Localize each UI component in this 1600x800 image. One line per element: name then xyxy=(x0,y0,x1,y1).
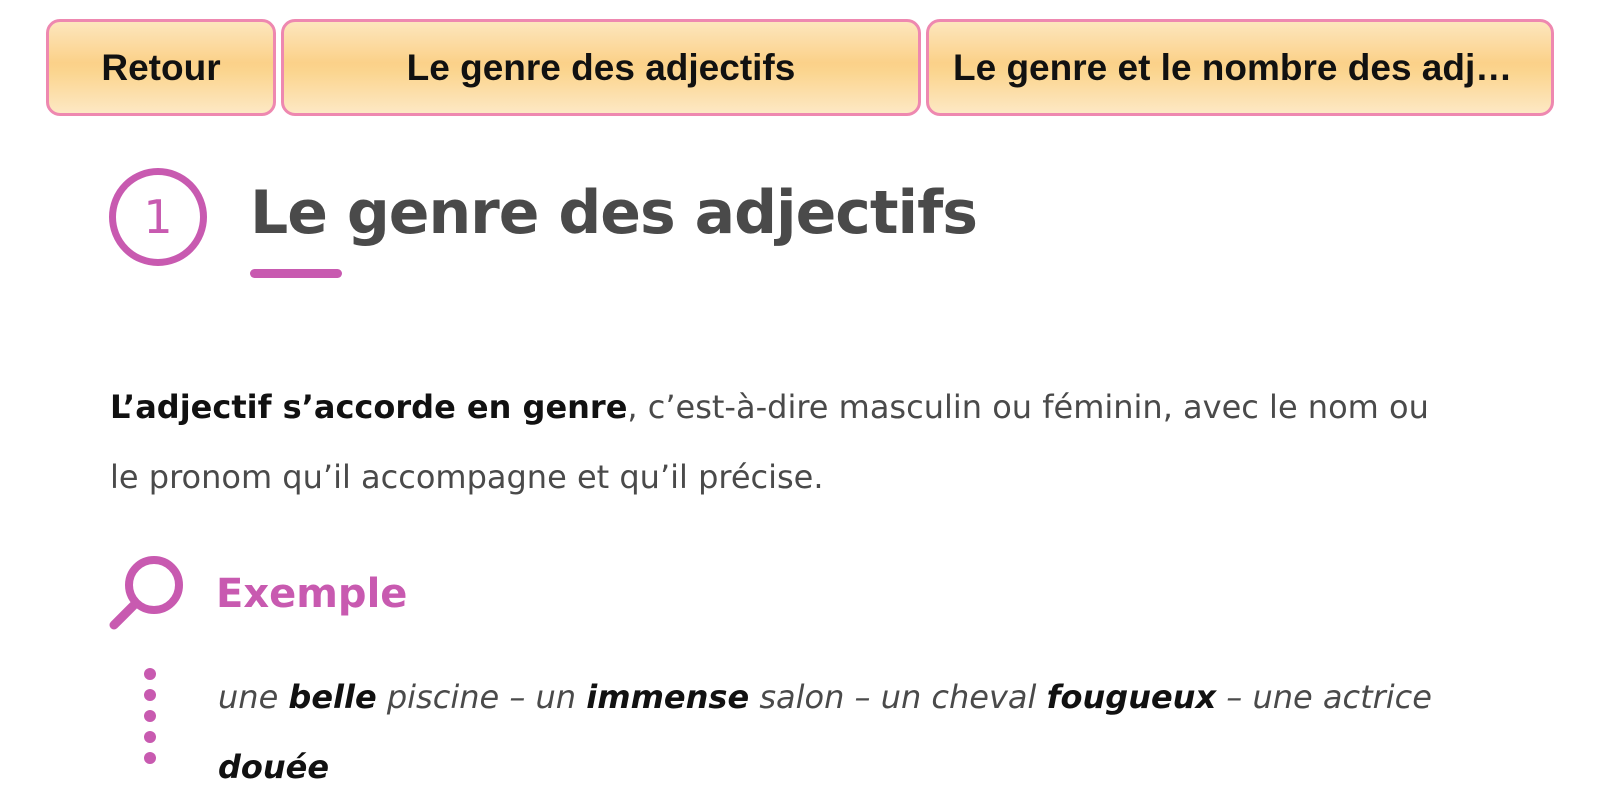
section-title: Le genre des adjectifs xyxy=(250,178,978,248)
section-number-badge: 1 xyxy=(109,168,207,266)
dot xyxy=(144,752,156,764)
tab-genre-et-nombre-label: Le genre et le nombre des adjectifs xyxy=(953,46,1527,88)
example-text-part: salon – un cheval xyxy=(749,678,1047,716)
intro-bold-text: L’adjectif s’accorde en genre xyxy=(110,388,628,426)
dot xyxy=(144,710,156,722)
dot xyxy=(144,731,156,743)
example-text-part: piscine – un xyxy=(376,678,587,716)
example-text-part: une xyxy=(218,678,289,716)
dot xyxy=(144,689,156,701)
top-navigation: Retour Le genre des adjectifs Le genre e… xyxy=(46,19,1554,116)
tab-genre-des-adjectifs-label: Le genre des adjectifs xyxy=(406,46,796,88)
example-dotted-marker xyxy=(144,668,158,773)
example-label: Exemple xyxy=(216,571,408,617)
title-underline xyxy=(250,269,342,278)
example-adjective: belle xyxy=(288,678,377,716)
example-adjective: fougueux xyxy=(1046,678,1217,716)
dot xyxy=(144,668,156,680)
example-text-part: – une actrice xyxy=(1216,678,1432,716)
tab-genre-et-nombre-des-adjectifs[interactable]: Le genre et le nombre des adjectifs xyxy=(926,19,1554,116)
back-button[interactable]: Retour xyxy=(46,19,276,116)
intro-paragraph: L’adjectif s’accorde en genre, c’est-à-d… xyxy=(110,372,1440,512)
magnifier-icon xyxy=(109,556,183,630)
example-adjective: immense xyxy=(586,678,750,716)
section-number: 1 xyxy=(143,190,173,244)
example-sentence: une belle piscine – un immense salon – u… xyxy=(218,662,1478,800)
back-button-label: Retour xyxy=(101,46,221,88)
tab-genre-des-adjectifs[interactable]: Le genre des adjectifs xyxy=(281,19,921,116)
example-adjective: douée xyxy=(218,748,330,786)
